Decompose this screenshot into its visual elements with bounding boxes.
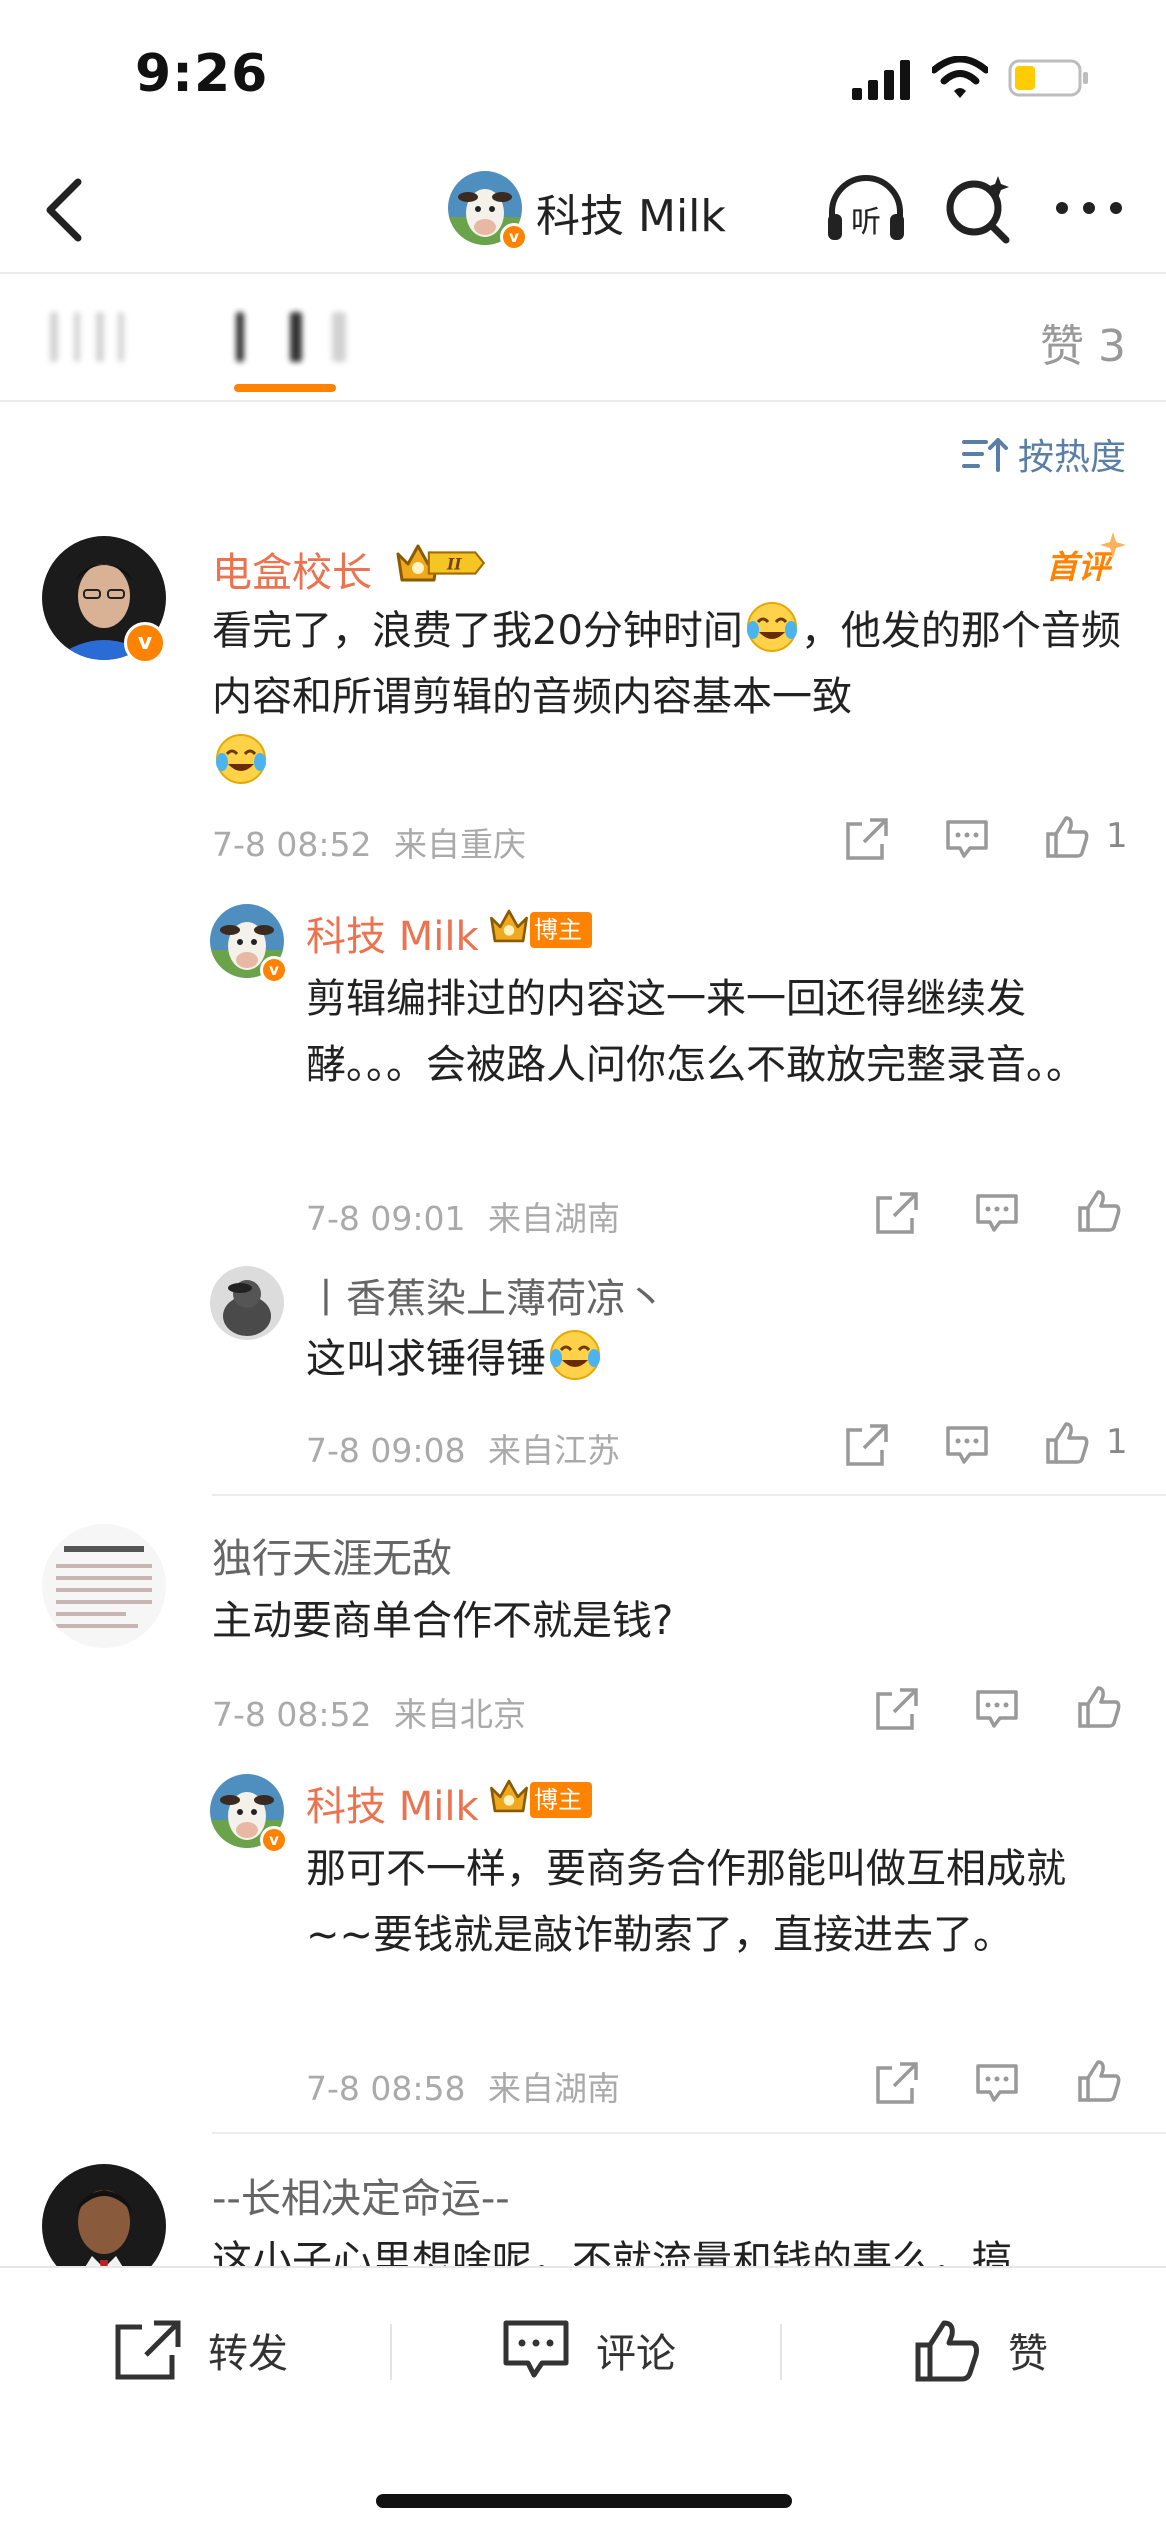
level-badge-text: II xyxy=(446,554,462,573)
like-button[interactable]: 赞 xyxy=(912,2312,1048,2388)
reply-username[interactable]: 科技 Milk xyxy=(306,904,479,962)
sort-icon xyxy=(961,438,1008,472)
reply-username[interactable]: 丨香蕉染上薄荷凉丶 xyxy=(306,1266,666,1324)
reply-text-part: 这叫求锤得锤 xyxy=(306,1336,546,1382)
repost-button[interactable]: 转发 xyxy=(112,2312,288,2388)
thumbs-up-icon[interactable] xyxy=(1044,814,1090,860)
share-icon[interactable] xyxy=(874,2060,920,2106)
comment-icon[interactable] xyxy=(944,1422,990,1468)
chevron-left-icon[interactable] xyxy=(30,172,100,248)
thumbs-up-icon[interactable] xyxy=(1076,2058,1122,2104)
verified-badge: v xyxy=(260,956,288,984)
share-icon[interactable] xyxy=(874,1190,920,1236)
share-icon xyxy=(115,2320,181,2380)
author-tag: 博主 xyxy=(530,912,592,948)
like-label: 赞 xyxy=(1008,2331,1048,2377)
home-indicator[interactable] xyxy=(376,2494,792,2508)
comment-button[interactable]: 评论 xyxy=(500,2312,676,2388)
bottom-divider xyxy=(390,2324,392,2380)
verified-badge: v xyxy=(500,223,528,251)
status-time: 9:26 xyxy=(135,44,269,104)
wifi-icon xyxy=(932,56,988,98)
comment-text: 这小子心里想啥呢，不就流量和钱的事么，搞 xyxy=(212,2238,1012,2268)
comment-location: 来自重庆 xyxy=(394,825,526,864)
comment-location: 来自北京 xyxy=(394,1695,526,1734)
comment-separator xyxy=(212,2132,1166,2134)
comment-meta: 7-8 08:52 来自北京 xyxy=(212,1688,526,1736)
reply-time: 7-8 08:58 xyxy=(306,2069,466,2108)
tab-bar: 赞 3 xyxy=(0,274,1166,402)
comment-username[interactable]: --长相决定命运-- xyxy=(212,2166,510,2224)
reply-time: 7-8 09:08 xyxy=(306,1431,466,1470)
reply-location: 来自湖南 xyxy=(488,2069,620,2108)
active-tab-indicator xyxy=(234,384,336,392)
bottom-divider xyxy=(780,2324,782,2380)
sort-label: 按热度 xyxy=(1017,437,1126,478)
page-title: 科技 Milk xyxy=(536,191,726,242)
reply-time: 7-8 09:01 xyxy=(306,1199,466,1238)
reply-username[interactable]: 科技 Milk xyxy=(306,1774,479,1832)
comment-username[interactable]: 独行天涯无敌 xyxy=(212,1526,452,1584)
reply-meta: 7-8 08:58 来自湖南 xyxy=(306,2062,620,2110)
comment-separator xyxy=(212,1494,1166,1496)
status-bar: 9:26 xyxy=(0,0,1166,150)
verified-badge: v xyxy=(260,1826,288,1854)
reply-meta: 7-8 09:08 来自江苏 xyxy=(306,1424,620,1472)
share-icon[interactable] xyxy=(844,816,890,862)
bottom-action-bar: 转发 评论 赞 xyxy=(0,2266,1166,2532)
nav-bar: v 科技 Milk 听 xyxy=(0,150,1166,272)
share-icon[interactable] xyxy=(874,1686,920,1732)
reply-meta: 7-8 09:01 来自湖南 xyxy=(306,1192,620,1240)
comment-icon[interactable] xyxy=(944,816,990,862)
comment-text-part: 看完了，浪费了我20分钟时间 xyxy=(212,608,743,654)
reply-location: 来自湖南 xyxy=(488,1199,620,1238)
more-icon[interactable] xyxy=(1052,188,1126,228)
laughing-crying-emoji xyxy=(746,602,797,652)
sort-by-hot-button[interactable]: 按热度 xyxy=(961,428,1126,480)
reply-text: 那可不一样，要商务合作那能叫做互相成就 ~~要钱就是敲诈勒索了，直接进去了。 xyxy=(306,1846,1066,1958)
reply-location: 来自江苏 xyxy=(488,1431,620,1470)
thumbs-up-icon[interactable] xyxy=(1076,1684,1122,1730)
comment-icon xyxy=(503,2320,569,2378)
reply-avatar[interactable] xyxy=(210,1266,284,1340)
like-count: 1 xyxy=(1106,816,1128,856)
comment-text: 看完了，浪费了我20分钟时间 ，他发的那个音频内容和所谓剪辑的音频内容基本一致 xyxy=(212,598,1132,796)
comment-label: 评论 xyxy=(596,2331,676,2377)
reply-text: 剪辑编排过的内容这一来一回还得继续发酵。。。会被路人问你怎么不敢放完整录音。。 xyxy=(306,976,1086,1088)
vip-crown-icon xyxy=(490,909,528,943)
reply-text: 这叫求锤得锤 xyxy=(306,1326,1106,1392)
like-count: 1 xyxy=(1106,1422,1128,1462)
thumbs-up-icon[interactable] xyxy=(1044,1420,1090,1466)
level-badge: II xyxy=(427,551,486,575)
tab-likes[interactable]: 赞 3 xyxy=(1040,310,1126,374)
share-icon[interactable] xyxy=(844,1422,890,1468)
author-tag: 博主 xyxy=(530,1782,592,1818)
avatar[interactable] xyxy=(42,1524,166,1648)
thumbs-up-icon xyxy=(915,2320,979,2382)
headphones-icon[interactable]: 听 xyxy=(824,170,908,250)
thumbs-up-icon[interactable] xyxy=(1076,1188,1122,1234)
comment-meta: 7-8 08:52 来自重庆 xyxy=(212,818,526,866)
sparkle-icon xyxy=(1100,532,1126,558)
comment-icon[interactable] xyxy=(974,1686,1020,1732)
redacted-tabs[interactable] xyxy=(40,312,360,362)
comment-time: 7-8 08:52 xyxy=(212,1695,372,1734)
laughing-crying-emoji xyxy=(216,734,266,784)
cellular-signal-icon xyxy=(852,60,910,100)
laughing-crying-emoji xyxy=(550,1330,600,1380)
comment-icon[interactable] xyxy=(974,2060,1020,2106)
battery-icon xyxy=(1008,59,1088,97)
repost-label: 转发 xyxy=(208,2331,288,2377)
comment-icon[interactable] xyxy=(974,1190,1020,1236)
search-icon[interactable] xyxy=(940,170,1020,250)
listen-glyph: 听 xyxy=(851,205,881,240)
comment-username[interactable]: 电盒校长 xyxy=(212,540,372,598)
comment-time: 7-8 08:52 xyxy=(212,825,372,864)
vip-crown-icon xyxy=(490,1779,528,1813)
tab-divider xyxy=(0,400,1166,402)
verified-badge: v xyxy=(124,622,166,664)
comment-text: 主动要商单合作不就是钱? xyxy=(212,1598,674,1644)
